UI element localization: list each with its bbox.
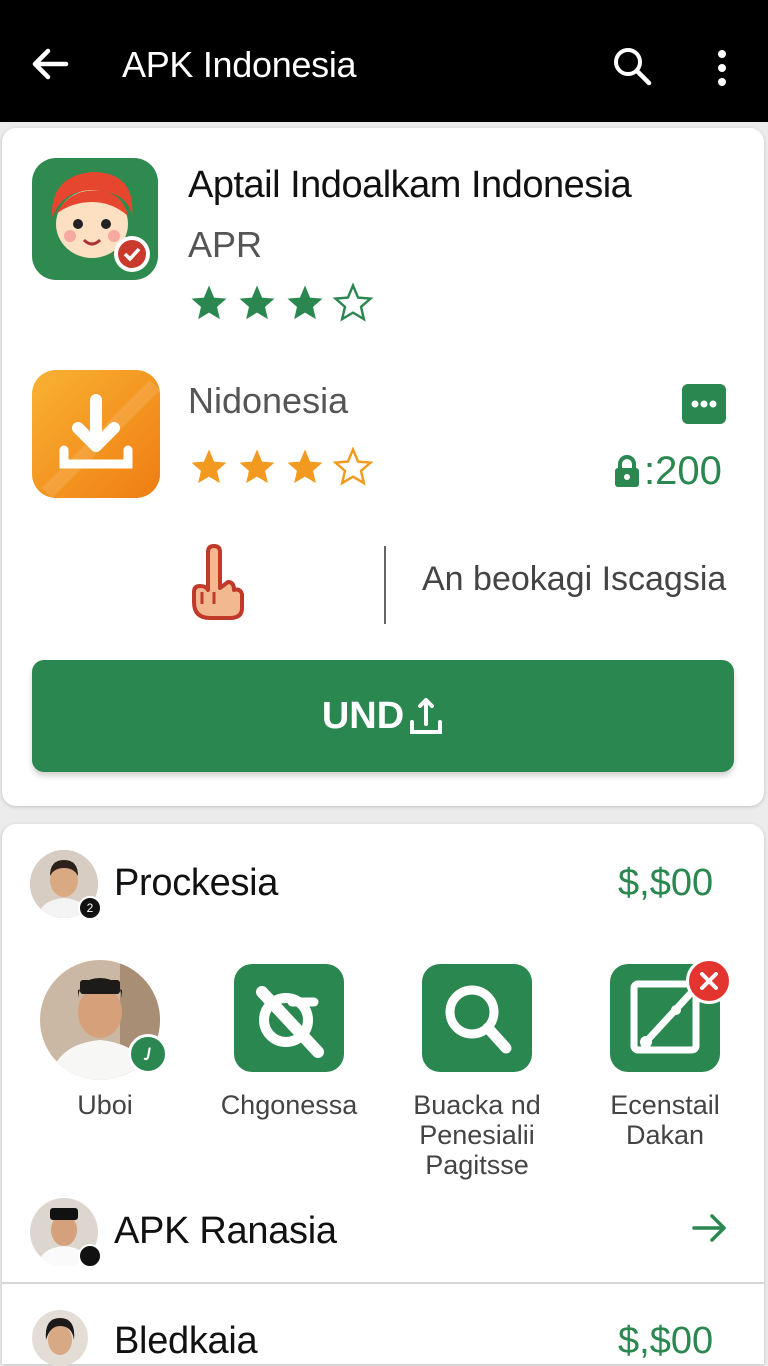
star-filled-icon: [287, 285, 323, 320]
shortcut-badge: [128, 1034, 168, 1074]
hand-gesture-icon: [192, 544, 244, 620]
app-icon-download[interactable]: [32, 370, 160, 498]
app2-rating: [188, 446, 374, 488]
tools-icon: [256, 986, 324, 1058]
app1-rating: [188, 282, 374, 324]
status-bar: [0, 0, 768, 14]
download-tray-icon: [42, 380, 160, 498]
shortcut-label: Chgonessa: [220, 1090, 358, 1120]
shortcut-tile: [234, 964, 344, 1072]
list-card: 2 Prockesia $,$00 Uboi Chgonessa Buacka …: [2, 824, 764, 1366]
star-outline-icon: [332, 446, 374, 486]
avatar-badge: [78, 1244, 102, 1268]
search-icon[interactable]: [610, 44, 654, 88]
app2-price: :200: [612, 448, 722, 494]
app1-name[interactable]: Aptail Indoalkam Indonesia: [188, 164, 632, 207]
app2-price-value: :200: [644, 448, 722, 493]
shortcut-label: Uboi: [77, 1090, 133, 1120]
check-small-icon: [143, 1047, 151, 1061]
app-icon-mascot[interactable]: [32, 158, 158, 280]
install-button-label: UND: [321, 694, 405, 737]
remove-badge[interactable]: [686, 958, 732, 1004]
more-options-badge-icon[interactable]: [682, 384, 726, 424]
featured-card: Aptail Indoalkam Indonesia APR Nidonesia…: [2, 128, 764, 806]
row2-title[interactable]: APK Ranasia: [114, 1210, 337, 1253]
row3-title[interactable]: Bledkaia: [114, 1320, 258, 1363]
app1-publisher: APR: [188, 224, 263, 265]
star-filled-icon: [191, 285, 227, 320]
star-filled-icon: [239, 449, 275, 484]
arrow-right-icon[interactable]: [690, 1208, 730, 1248]
info-text: An beokagi Iscagsia: [422, 560, 727, 598]
back-arrow-icon[interactable]: [28, 42, 72, 86]
row1-price: $,$00: [618, 862, 714, 904]
star-filled-icon: [239, 285, 275, 320]
install-button[interactable]: UND: [32, 660, 734, 772]
row3-price: $,$00: [618, 1320, 714, 1362]
person-avatar-icon: [32, 1310, 88, 1366]
app2-name[interactable]: Nidonesia: [188, 380, 348, 422]
shortcut-label: Buacka nd Penesialii Pagitsse: [413, 1090, 541, 1180]
close-icon: [700, 972, 718, 990]
info-divider: [384, 546, 386, 624]
mascot-icon: [51, 172, 150, 272]
star-filled-icon: [287, 449, 323, 484]
app-bar: APK Indonesia: [0, 14, 768, 122]
row1-title[interactable]: Prockesia: [114, 862, 278, 905]
star-outline-icon: [332, 282, 374, 322]
avatar: [32, 1310, 88, 1366]
row-divider: [2, 1282, 764, 1284]
lock-icon: [615, 455, 639, 487]
more-vert-icon[interactable]: [706, 46, 738, 90]
app-bar-title: APK Indonesia: [122, 44, 357, 85]
shortcut-tile: [422, 964, 532, 1072]
star-filled-icon: [191, 449, 227, 484]
upload-icon: [410, 698, 443, 734]
search-icon: [445, 985, 512, 1054]
avatar-badge-count: 2: [86, 901, 94, 915]
shortcut-label: Ecenstail Dakan: [610, 1090, 720, 1150]
avatar-badge: 2: [78, 896, 102, 920]
